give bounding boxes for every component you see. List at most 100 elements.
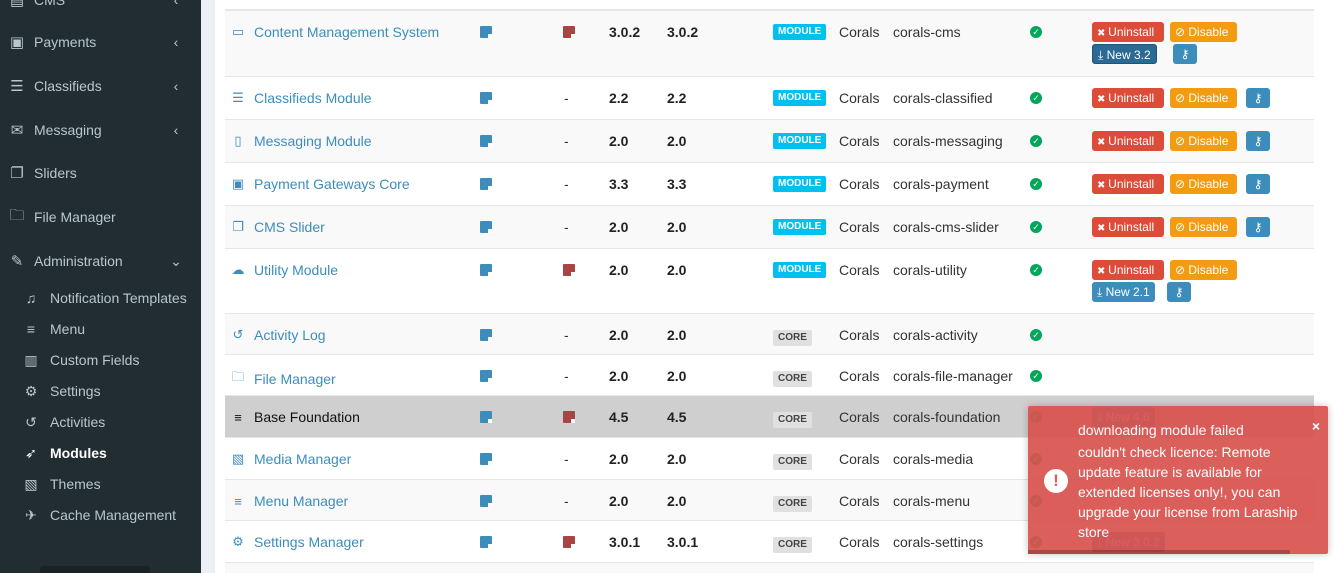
folder-icon: 🗀 [9,206,25,224]
times-icon: ✖ [1097,28,1109,39]
disable-button[interactable]: ⊘ Disable [1170,217,1237,237]
uninstall-button[interactable]: ✖ Uninstall [1092,22,1164,42]
module-name: Settings Manager [254,534,364,550]
notes-icon[interactable] [480,495,492,507]
installed-version: 2.2 [609,90,629,106]
remote-status: - [564,219,569,235]
remote-status: - [564,327,569,343]
package-name: corals-file-manager [893,368,1013,384]
license-key-button[interactable]: ⚷ [1246,174,1270,194]
remote-status: - [564,90,569,106]
module-name-link[interactable]: ⚙ Settings Manager [230,534,364,550]
table-row: ❐ CMS Slider - 2.0 2.0 MODULE Corals corals-cms… [225,205,1314,248]
module-name-link[interactable]: 🗀 File Manager [230,368,335,390]
ban-icon: ⊘ [1175,263,1189,277]
sidebar-item-activities[interactable]: ↺ Activities [0,408,201,436]
notes-icon[interactable] [480,135,492,147]
disable-button[interactable]: ⊘ Disable [1170,131,1237,151]
sidebar-item-menu[interactable]: ≡ Menu [0,315,201,343]
toast-message: couldn't check licence: Remote update fe… [1078,444,1298,540]
remote-notes-icon[interactable] [563,264,575,276]
mobile-icon: ▯ [234,133,242,148]
installed-version: 4.5 [609,409,629,425]
notes-icon[interactable] [480,329,492,341]
notes-icon[interactable] [480,92,492,104]
module-name-link[interactable]: ▣ Payment Gateways Core [230,176,410,192]
disable-button[interactable]: ⊘ Disable [1170,174,1237,194]
module-name-link[interactable]: ≡ Base Foundation [230,409,360,425]
module-name-link[interactable]: ☰ Classifieds Module [230,90,371,106]
toast-title: downloading module failed [1078,422,1244,438]
image-icon: ▧ [231,451,245,466]
remote-notes-icon[interactable] [563,26,575,38]
sidebar-item-administration[interactable]: ✎ Administration ⌄ [0,241,201,281]
uninstall-button[interactable]: ✖ Uninstall [1092,131,1164,151]
remote-notes-icon[interactable] [563,536,575,548]
sidebar-item-custom-fields[interactable]: ▥ Custom Fields [0,346,201,374]
notes-icon[interactable] [480,411,492,423]
disable-button[interactable]: ⊘ Disable [1170,88,1237,108]
latest-version: 2.0 [667,133,687,149]
disable-button[interactable]: ⊘ Disable [1170,22,1237,42]
money-icon: ▣ [9,34,25,51]
sidebar-item-file-manager[interactable]: 🗀 File Manager [0,197,201,237]
notes-icon[interactable] [480,26,492,38]
sidebar-item-modules[interactable]: ➶ Modules [0,439,201,467]
key-icon: ⚷ [1253,177,1263,191]
uninstall-button[interactable]: ✖ Uninstall [1092,217,1164,237]
notes-icon[interactable] [480,536,492,548]
disable-label: Disable [1188,91,1229,105]
module-name: Utility Module [254,262,339,278]
latest-version: 2.2 [667,90,687,106]
notes-icon[interactable] [480,264,492,276]
download-update-button[interactable]: ⤓ New 2.1 [1092,282,1155,302]
module-name: Payment Gateways Core [254,176,410,192]
uninstall-button[interactable]: ✖ Uninstall [1092,260,1164,280]
sidebar-item-messaging[interactable]: ✉ Messaging ‹ [0,110,201,150]
package-name: corals-cms-slider [893,219,999,235]
module-name-link[interactable]: ▭ Content Management System [230,24,439,40]
license-key-button[interactable]: ⚷ [1167,282,1191,302]
module-name-link[interactable]: ☁ Utility Module [230,262,339,278]
sidebar-item-notification-templates[interactable]: ♫ Notification Templates [0,284,201,312]
uninstall-button[interactable]: ✖ Uninstall [1092,174,1164,194]
module-name-link[interactable]: ↺ Activity Log [230,327,326,343]
table-row: ▭ Content Management System 3.0.2 3.0.2 MODU… [225,10,1314,76]
sidebar-item-payments[interactable]: ▣ Payments ‹ [0,22,201,62]
sidebar-item-themes[interactable]: ▧ Themes [0,470,201,498]
module-name-link[interactable]: ❐ CMS Slider [230,219,325,235]
chevron-left-icon: ‹ [173,78,179,94]
module-name-link[interactable]: ▯ Messaging Module [230,133,371,149]
sidebar-item-settings[interactable]: ⚙ Settings [0,377,201,405]
toast-close-button[interactable]: × [1312,418,1320,434]
notes-icon[interactable] [480,178,492,190]
copy-icon: ❐ [10,165,24,182]
download-update-button[interactable]: ⤓ New 3.2 [1092,44,1157,64]
license-key-button[interactable]: ⚷ [1246,217,1270,237]
history-icon: ↺ [232,327,244,342]
license-key-button[interactable]: ⚷ [1173,44,1197,64]
sidebar-item-classifieds[interactable]: ☰ Classifieds ‹ [0,66,201,106]
uninstall-button[interactable]: ✖ Uninstall [1092,88,1164,108]
latest-version: 2.0 [667,219,687,235]
license-key-button[interactable]: ⚷ [1246,131,1270,151]
author: Corals [839,133,880,149]
package-name: corals-settings [893,534,984,550]
remote-notes-icon[interactable] [563,411,575,423]
module-name-link[interactable]: ≡ Menu Manager [230,493,348,509]
type-badge: MODULE [773,219,827,235]
sidebar-item-cache-management[interactable]: ✈ Cache Management [0,501,201,529]
uninstall-label: Uninstall [1108,25,1155,39]
license-key-button[interactable]: ⚷ [1246,88,1270,108]
type-badge: CORE [773,371,812,387]
error-toast[interactable]: ! × downloading module failed couldn't c… [1028,406,1328,554]
notes-icon[interactable] [480,221,492,233]
sidebar-item-sliders[interactable]: ❐ Sliders [0,153,201,193]
notes-icon[interactable] [480,453,492,465]
package-name: corals-utility [893,262,967,278]
check-circle-icon: ✓ [1030,178,1042,190]
module-name-link[interactable]: ▧ Media Manager [230,451,351,467]
disable-button[interactable]: ⊘ Disable [1170,260,1237,280]
notes-icon[interactable] [480,370,492,382]
sidebar-item-cms[interactable]: ▤ CMS ‹ [0,0,201,20]
